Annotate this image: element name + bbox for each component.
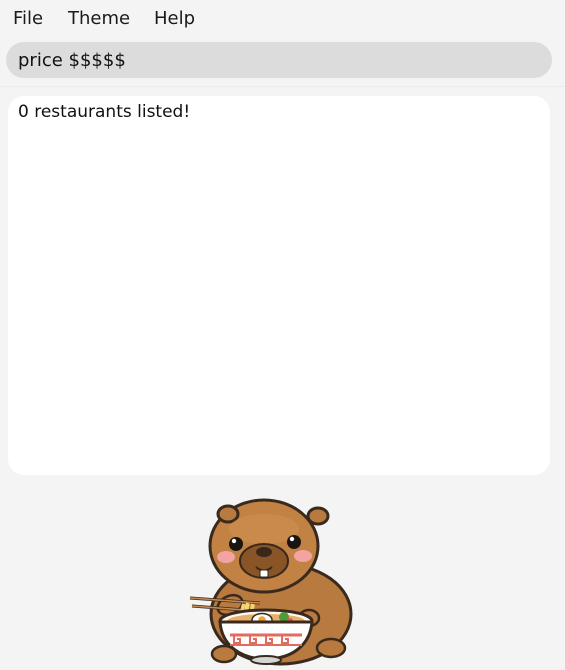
menu-theme[interactable]: Theme (68, 0, 130, 38)
command-input[interactable] (18, 49, 540, 71)
menu-file[interactable]: File (13, 0, 43, 38)
capybara-eating-ramen-icon (189, 498, 353, 666)
result-message: 0 restaurants listed! (18, 102, 191, 122)
result-display: 0 restaurants listed! (8, 96, 550, 475)
status-area (0, 484, 565, 670)
menu-help[interactable]: Help (154, 0, 195, 38)
divider (0, 86, 565, 87)
menu-bar: File Theme Help (0, 0, 565, 38)
command-box[interactable] (6, 42, 552, 78)
